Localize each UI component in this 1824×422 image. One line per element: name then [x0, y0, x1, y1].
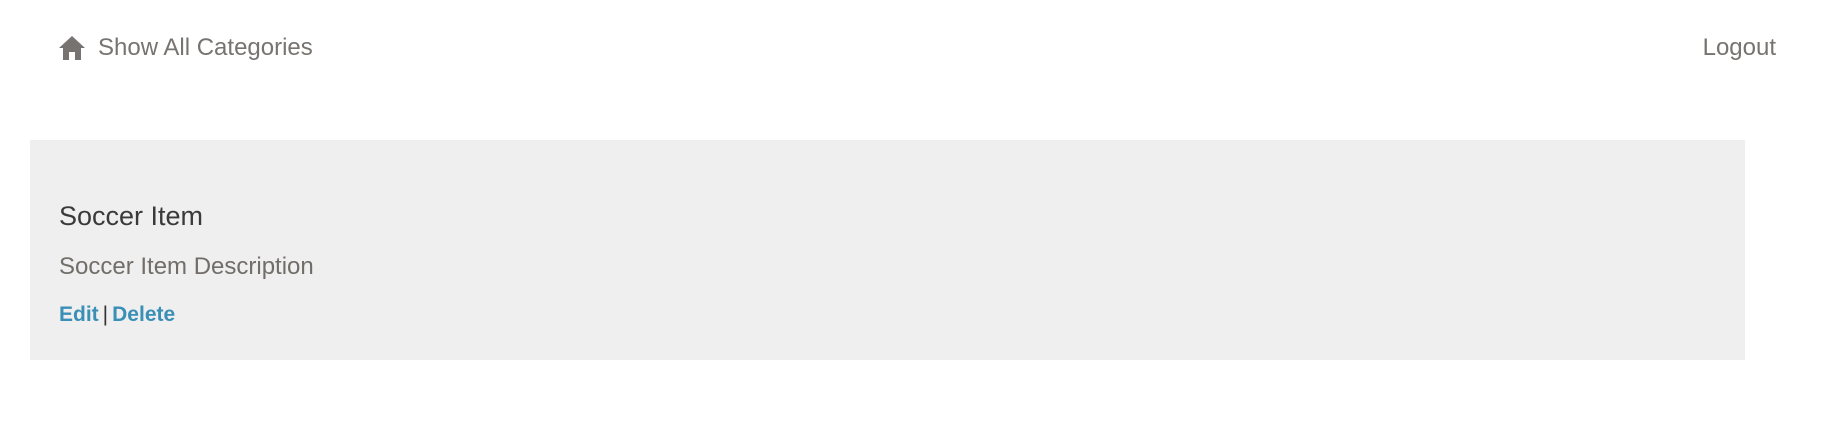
page: Show All Categories Logout Soccer Item S… [0, 0, 1824, 422]
item-description: Soccer Item Description [59, 253, 314, 280]
delete-link[interactable]: Delete [112, 303, 175, 326]
show-all-categories-link[interactable]: Show All Categories [58, 30, 313, 66]
item-panel: Soccer Item Soccer Item Description Edit… [30, 140, 1745, 360]
edit-link[interactable]: Edit [59, 303, 99, 326]
action-separator: | [102, 303, 109, 326]
home-icon [58, 34, 86, 62]
item-title: Soccer Item [59, 201, 204, 231]
show-all-categories-label: Show All Categories [98, 34, 313, 61]
item-actions: Edit | Delete [59, 300, 175, 330]
logout-link[interactable]: Logout [1703, 30, 1776, 66]
